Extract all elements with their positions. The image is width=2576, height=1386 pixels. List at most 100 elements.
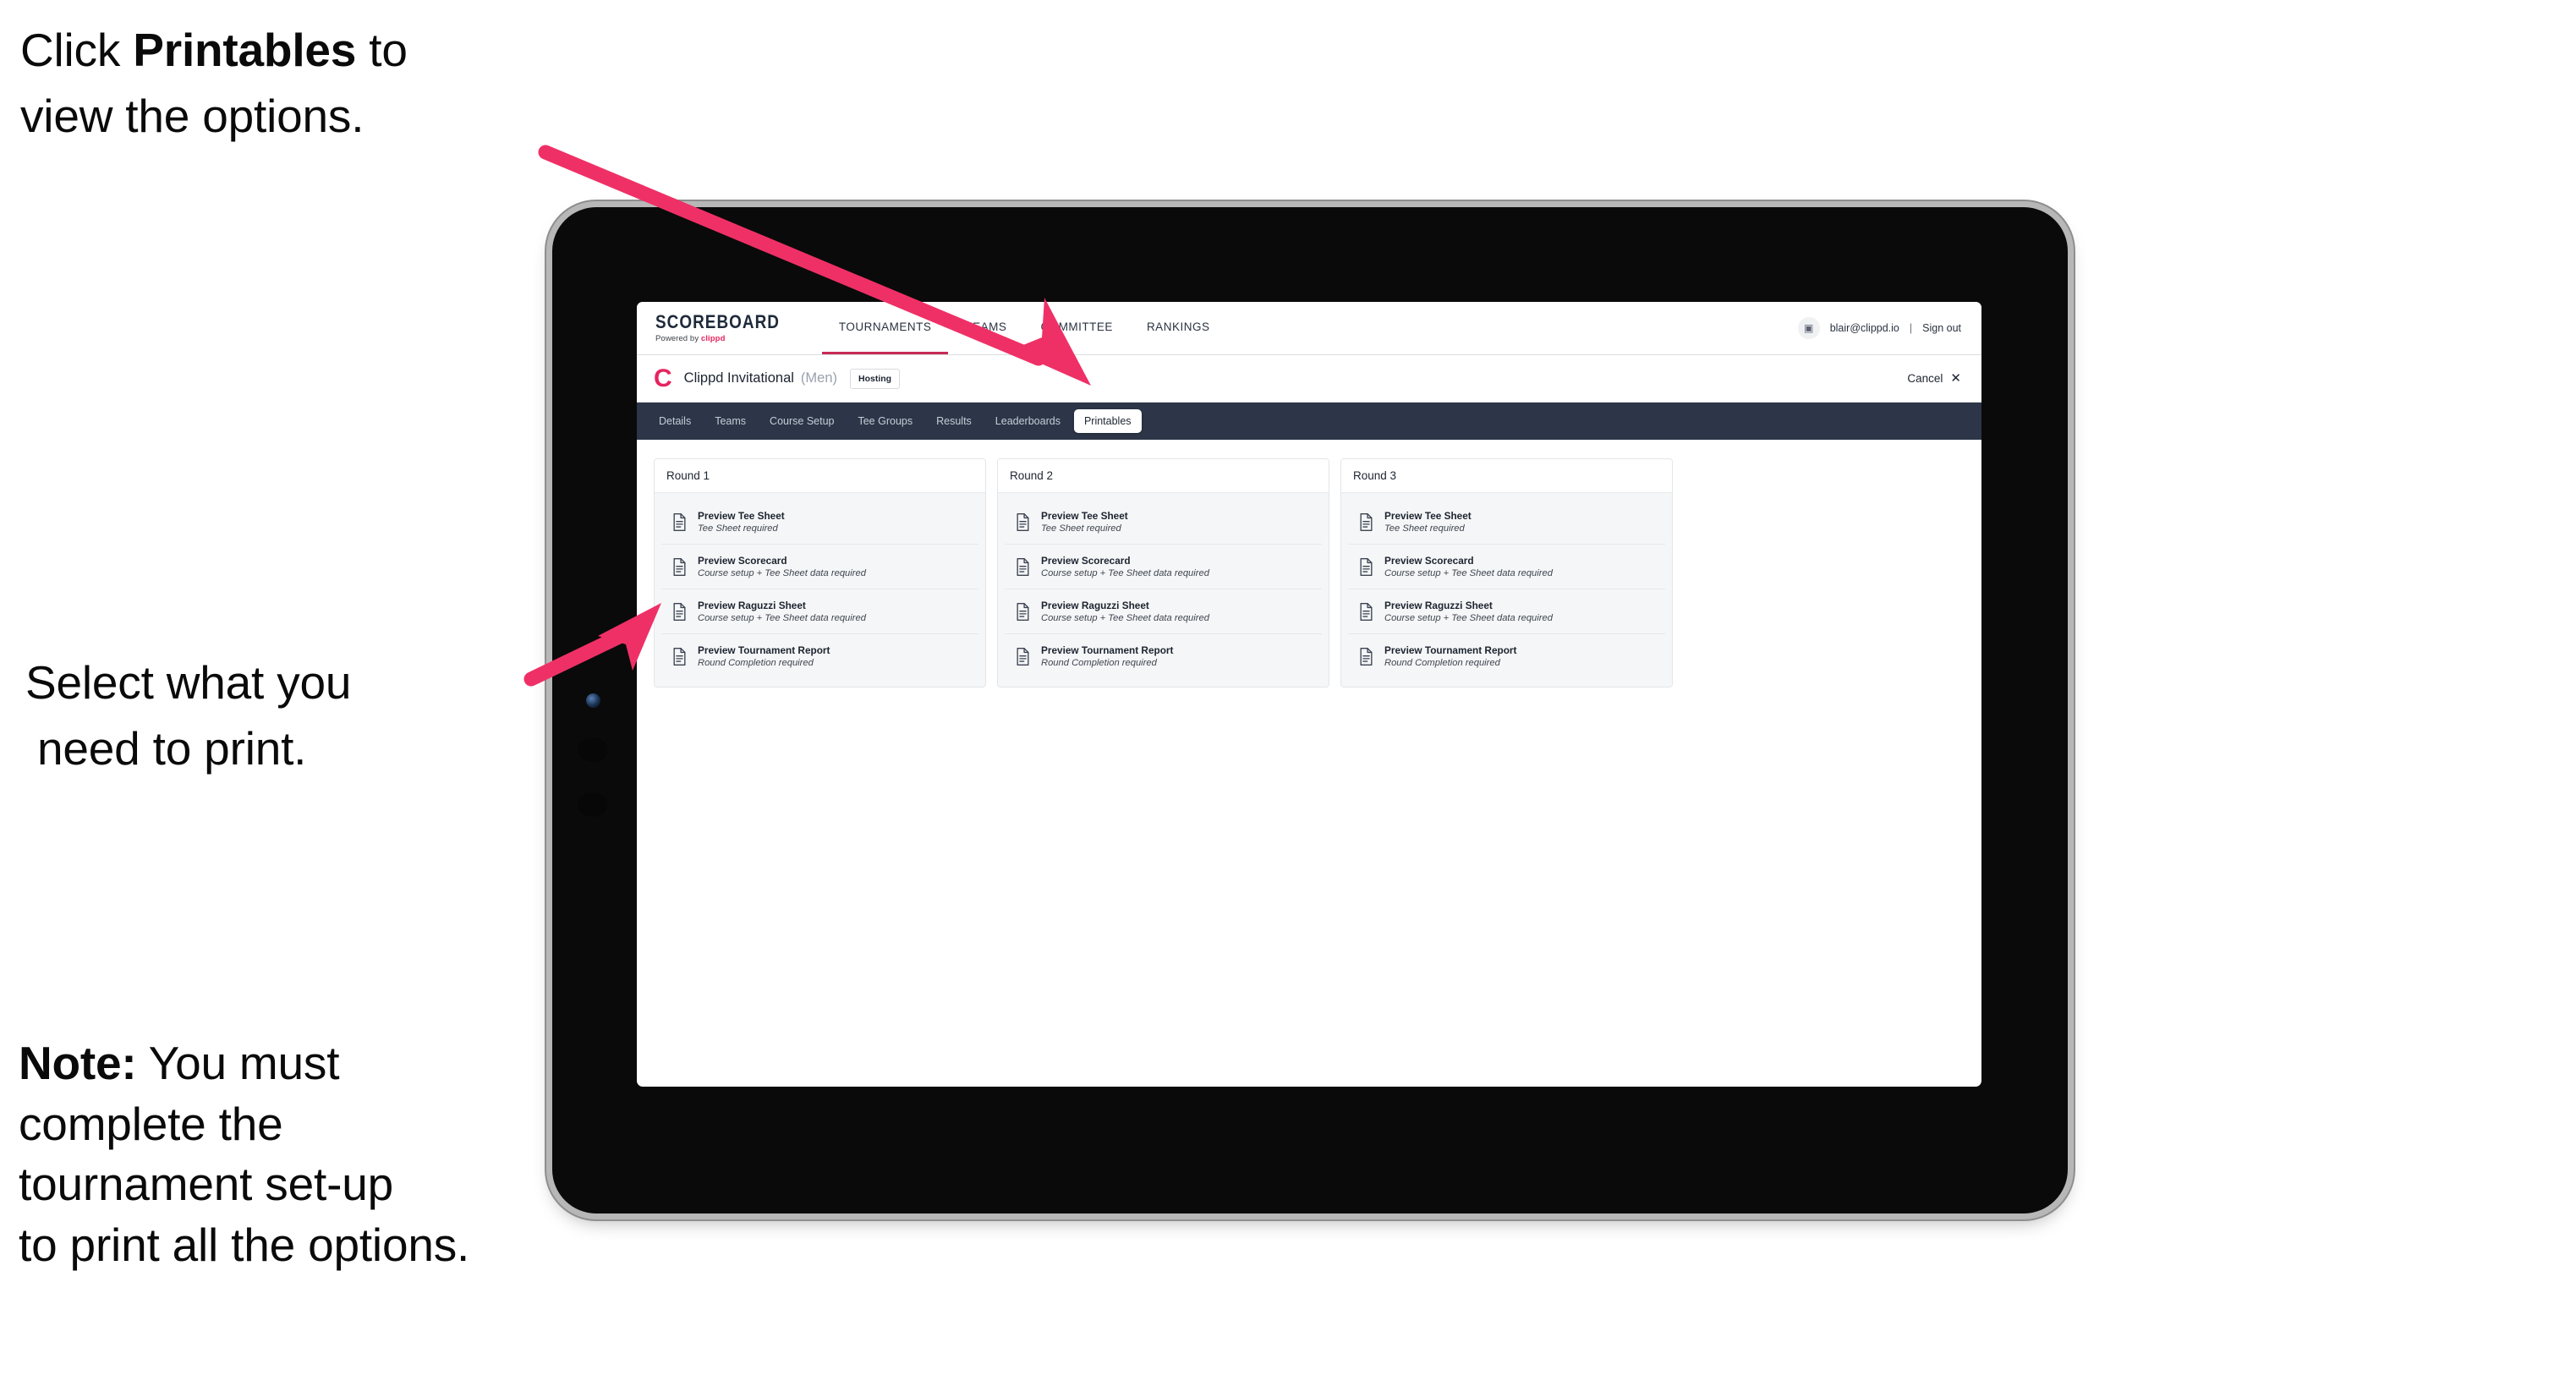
callout-2-line2: need to print. [37,722,307,775]
callout-3-line2: complete the [19,1097,283,1150]
printable-item-text: Preview Tournament Report Round Completio… [1041,644,1173,668]
printable-item[interactable]: Preview Scorecard Course setup + Tee Shee… [1348,545,1665,589]
printable-item-requirement: Round Completion required [1384,658,1500,668]
callout-3-line1: You must [136,1037,340,1089]
printable-item[interactable]: Preview Raguzzi Sheet Course setup + Tee … [1005,589,1322,634]
document-icon [671,557,688,577]
cancel-button[interactable]: Cancel ✕ [1907,372,1961,385]
printable-item-text: Preview Raguzzi Sheet Course setup + Tee … [698,600,866,623]
callout-3-bold: Note: [19,1037,137,1089]
printable-item[interactable]: Preview Raguzzi Sheet Course setup + Tee … [1348,589,1665,634]
document-icon [1358,557,1374,577]
tournament-tab-bar: Details Teams Course Setup Tee Groups Re… [637,403,1981,440]
nav-item-rankings[interactable]: RANKINGS [1130,302,1227,354]
printable-item-requirement: Course setup + Tee Sheet data required [698,568,866,578]
tab-details[interactable]: Details [649,409,701,433]
tab-printables[interactable]: Printables [1073,409,1142,433]
document-icon [671,647,688,666]
volume-up-button[interactable] [576,736,610,764]
callout-1-text-post: to [356,24,408,76]
printable-item-requirement: Course setup + Tee Sheet data required [1041,613,1209,623]
nav-item-committee[interactable]: COMMITTEE [1023,302,1130,354]
app-screen: SCOREBOARD Powered by clippd TOURNAMENTS… [637,302,1981,1087]
tab-course-setup[interactable]: Course Setup [759,409,844,433]
nav-item-tournaments[interactable]: TOURNAMENTS [821,302,949,354]
printable-item[interactable]: Preview Tee Sheet Tee Sheet required [661,500,978,545]
printable-item-title: Preview Raguzzi Sheet [1041,600,1149,611]
document-icon [671,602,688,622]
printable-item-text: Preview Tee Sheet Tee Sheet required [1384,510,1472,534]
printable-item-text: Preview Tournament Report Round Completio… [698,644,830,668]
printable-item[interactable]: Preview Raguzzi Sheet Course setup + Tee … [661,589,978,634]
avatar[interactable]: ▣ [1797,317,1820,339]
tablet-device: SCOREBOARD Powered by clippd TOURNAMENTS… [552,207,2068,1213]
document-icon [1358,512,1374,532]
printable-item-requirement: Course setup + Tee Sheet data required [1041,568,1209,578]
printable-item-requirement: Tee Sheet required [1384,523,1465,534]
printable-item-requirement: Course setup + Tee Sheet data required [698,613,866,623]
callout-3-line3: tournament set-up [19,1158,393,1210]
printable-item-text: Preview Tournament Report Round Completio… [1384,644,1516,668]
printable-item[interactable]: Preview Scorecard Course setup + Tee Shee… [1005,545,1322,589]
printables-content: Round 1 Preview Tee Sheet Tee Sheet requir… [637,440,1981,706]
rounds-grid: Round 1 Preview Tee Sheet Tee Sheet requir… [654,458,1965,688]
tournament-name: Clippd Invitational [683,370,794,386]
tab-tee-groups[interactable]: Tee Groups [847,409,923,433]
printable-item[interactable]: Preview Scorecard Course setup + Tee Shee… [661,545,978,589]
callout-2-line1: Select what you [25,656,352,709]
printable-item-text: Preview Scorecard Course setup + Tee Shee… [1041,555,1209,578]
brand-logo[interactable]: SCOREBOARD Powered by clippd [637,302,822,354]
printable-item[interactable]: Preview Tournament Report Round Completio… [1005,634,1322,678]
callout-1-line2: view the options. [20,90,364,143]
document-icon [1358,647,1374,666]
close-icon: ✕ [1950,371,1961,386]
printable-item[interactable]: Preview Tee Sheet Tee Sheet required [1348,500,1665,545]
printable-item-requirement: Round Completion required [1041,658,1157,668]
brand-subtitle: Powered by clippd [655,334,800,343]
printable-item-title: Preview Scorecard [1041,555,1131,567]
volume-down-button[interactable] [576,791,610,819]
printable-item-title: Preview Raguzzi Sheet [1384,600,1493,611]
printable-item-title: Preview Tournament Report [1041,644,1174,656]
status-badge: Hosting [850,368,901,389]
printable-item-title: Preview Raguzzi Sheet [698,600,806,611]
tournament-gender: (Men) [800,370,838,386]
printable-item-requirement: Tee Sheet required [1041,523,1121,534]
tab-leaderboards[interactable]: Leaderboards [985,409,1071,433]
tab-results[interactable]: Results [926,409,982,433]
tab-teams[interactable]: Teams [704,409,756,433]
callout-select-what-to-print: Select what you need to print. [25,649,550,781]
round-header: Round 3 [1341,459,1672,493]
cancel-label: Cancel [1907,372,1943,385]
callout-click-printables: Click Printables to view the options. [20,17,612,149]
printable-item[interactable]: Preview Tournament Report Round Completio… [1348,634,1665,678]
round-item-list: Preview Tee Sheet Tee Sheet required Previ… [1341,493,1672,687]
callout-3-line4: to print all the options. [19,1218,470,1271]
user-email: blair@clippd.io [1829,322,1899,334]
printable-item-text: Preview Tee Sheet Tee Sheet required [698,510,785,534]
round-item-list: Preview Tee Sheet Tee Sheet required Previ… [655,493,985,687]
separator: | [1909,322,1913,334]
nav-item-teams[interactable]: TEAMS [948,302,1023,354]
powered-by-prefix: Powered by [655,334,701,343]
printable-item-title: Preview Tournament Report [698,644,830,656]
printable-item-title: Preview Scorecard [1384,555,1474,567]
document-icon [1015,557,1031,577]
screenshot-stage: Click Printables to view the options. Se… [0,0,2576,1386]
printable-item-requirement: Round Completion required [698,658,814,668]
printable-item-requirement: Course setup + Tee Sheet data required [1384,613,1553,623]
printable-item-title: Preview Tee Sheet [698,510,785,522]
global-navigation-bar: SCOREBOARD Powered by clippd TOURNAMENTS… [637,302,1981,355]
printable-item-title: Preview Tournament Report [1384,644,1517,656]
document-icon [1358,602,1374,622]
printable-item[interactable]: Preview Tournament Report Round Completio… [661,634,978,678]
printable-item-requirement: Course setup + Tee Sheet data required [1384,568,1553,578]
document-icon [671,512,688,532]
document-icon [1015,602,1031,622]
printable-item[interactable]: Preview Tee Sheet Tee Sheet required [1005,500,1322,545]
printable-item-text: Preview Raguzzi Sheet Course setup + Tee … [1384,600,1553,623]
brand-title: SCOREBOARD [655,311,780,332]
document-icon [1015,512,1031,532]
printable-item-text: Preview Scorecard Course setup + Tee Shee… [698,555,866,578]
sign-out-link[interactable]: Sign out [1922,322,1961,334]
